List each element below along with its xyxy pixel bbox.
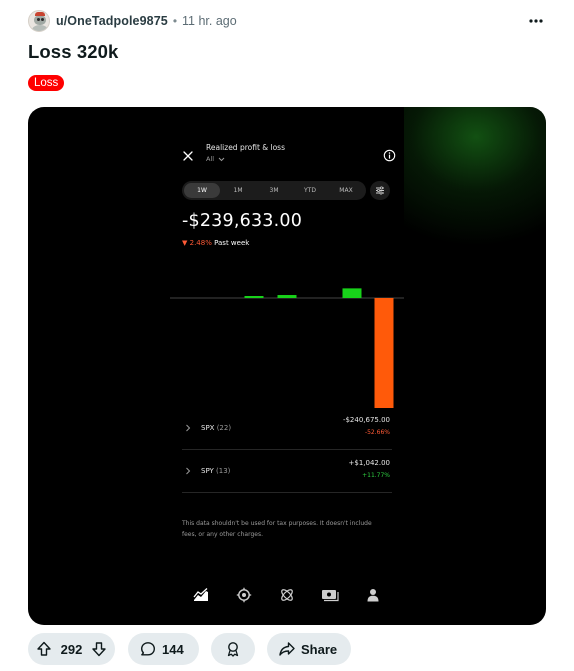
bottom-nav — [192, 585, 382, 605]
post-flair[interactable]: Loss — [28, 75, 65, 91]
tab-3m[interactable]: 3M — [256, 183, 292, 198]
position-value: +$1,042.00 — [348, 459, 391, 467]
vote-score: 292 — [60, 641, 83, 657]
tab-1m[interactable]: 1M — [220, 183, 256, 198]
more-options-icon[interactable] — [528, 13, 544, 29]
share-icon — [279, 642, 295, 656]
chevron-right-icon — [186, 467, 191, 475]
close-icon[interactable] — [182, 147, 194, 161]
crypto-nav-icon[interactable] — [235, 586, 253, 604]
username-link[interactable]: u/OneTadpole9875 — [56, 14, 168, 28]
post-actions: 292 144 Share — [28, 633, 546, 665]
cash-nav-icon[interactable] — [321, 586, 339, 604]
tab-max[interactable]: MAX — [328, 183, 364, 198]
phone-screenshot: Realized profit & loss All 1W 1M 3M YTD … — [170, 107, 404, 625]
share-label: Share — [301, 641, 338, 657]
account-filter[interactable]: All — [206, 155, 225, 163]
post-title[interactable]: Loss 320k — [28, 41, 118, 63]
position-value: -$240,675.00 — [342, 416, 390, 424]
chevron-down-icon — [218, 157, 225, 161]
chart-bar-day-6[interactable] — [374, 298, 394, 408]
chart-bar-day-3[interactable] — [277, 295, 297, 298]
position-ticker: SPY (13) — [201, 467, 231, 475]
weekly-change: ▼ 2.48% Past week — [182, 239, 249, 247]
tax-disclaimer: This data shouldn't be used for tax purp… — [182, 520, 372, 538]
change-period: Past week — [214, 239, 250, 247]
chevron-right-icon — [186, 424, 191, 432]
realized-pnl-amount: -$239,633.00 — [182, 211, 303, 231]
award-button[interactable] — [211, 633, 255, 665]
chart-bar-day-5[interactable] — [342, 288, 362, 298]
chart-nav-icon[interactable] — [192, 586, 210, 604]
timeframe-tabs: 1W 1M 3M YTD MAX — [182, 181, 366, 200]
downvote-icon[interactable] — [91, 641, 107, 657]
post-header: u/OneTadpole9875 • 11 hr. ago — [28, 9, 546, 33]
tab-1w[interactable]: 1W — [184, 183, 220, 198]
position-row-spy[interactable]: SPY (13) +$1,042.00 +11.77% — [182, 453, 392, 493]
comment-icon — [141, 642, 155, 656]
share-button[interactable]: Share — [267, 633, 351, 665]
upvote-icon[interactable] — [36, 641, 52, 657]
info-icon[interactable] — [383, 147, 396, 162]
post-time: 11 hr. ago — [182, 14, 237, 28]
vote-bar: 292 — [28, 633, 115, 665]
comments-button[interactable]: 144 — [128, 633, 199, 665]
post-image[interactable]: Realized profit & loss All 1W 1M 3M YTD … — [28, 107, 546, 625]
filter-settings-icon[interactable] — [370, 181, 390, 200]
position-percent: -52.66% — [364, 429, 390, 436]
avatar[interactable] — [28, 10, 50, 32]
atom-nav-icon[interactable] — [278, 586, 296, 604]
award-icon — [227, 642, 239, 657]
tab-ytd[interactable]: YTD — [292, 183, 328, 198]
change-percent: 2.48% — [189, 239, 212, 247]
pnl-bar-chart — [170, 288, 404, 408]
comment-count: 144 — [162, 641, 184, 657]
down-triangle-icon: ▼ — [182, 239, 188, 247]
chart-bar-day-2[interactable] — [244, 296, 264, 298]
position-percent: +11.77% — [362, 472, 390, 479]
account-filter-label: All — [206, 155, 215, 163]
screenshot-header-title: Realized profit & loss — [206, 143, 285, 152]
position-row-spx[interactable]: SPX (22) -$240,675.00 -52.66% — [182, 410, 392, 450]
separator-dot: • — [172, 14, 178, 28]
position-ticker: SPX (22) — [201, 424, 232, 432]
account-nav-icon[interactable] — [364, 586, 382, 604]
